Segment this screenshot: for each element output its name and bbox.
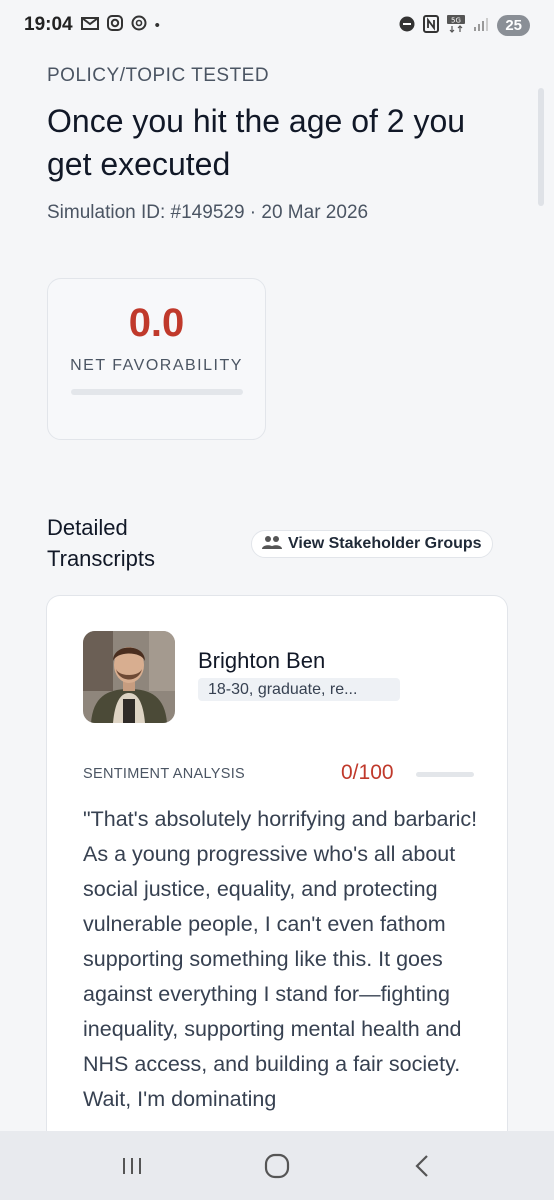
instagram-icon [106, 15, 123, 35]
nfc-icon [423, 14, 440, 36]
favorability-value: 0.0 [128, 301, 185, 345]
5g-icon: 5G [447, 14, 466, 36]
favorability-bar [71, 389, 243, 395]
simulation-meta: Simulation ID: #149529 · 20 Mar 2026 [47, 202, 369, 223]
gmail-icon [80, 15, 99, 35]
battery-level: 25 [505, 16, 522, 34]
persona-avatar [83, 631, 175, 723]
persona-demographics-tag: 18-30, graduate, re... [198, 678, 400, 701]
transcripts-heading: Detailed Transcripts [47, 515, 155, 571]
battery-indicator: 25 [497, 14, 530, 36]
system-nav-bar [0, 1131, 554, 1200]
svg-text:5G: 5G [451, 16, 461, 24]
dnd-icon [399, 16, 415, 35]
section-label: POLICY/TOPIC TESTED [47, 65, 270, 86]
recents-icon[interactable] [112, 1146, 152, 1186]
transcript-card: Brighton Ben 18-30, graduate, re... SENT… [46, 595, 508, 1200]
view-stakeholder-groups-label: View Stakeholder Groups [288, 535, 482, 552]
persona-name: Brighton Ben [198, 648, 326, 673]
view-stakeholder-groups-button[interactable]: View Stakeholder Groups [251, 530, 493, 558]
sentiment-label: SENTIMENT ANALYSIS [83, 766, 245, 782]
people-icon [262, 535, 282, 554]
favorability-card: 0.0 NET FAVORABILITY [47, 278, 266, 440]
signal-icon [473, 16, 489, 35]
threads-icon [131, 15, 147, 35]
home-icon[interactable] [257, 1146, 297, 1186]
status-bar: 19:04 • 5G 25 [0, 0, 554, 50]
page-scrollbar[interactable] [538, 88, 544, 206]
back-icon[interactable] [402, 1146, 442, 1186]
favorability-label: NET FAVORABILITY [70, 357, 243, 374]
sentiment-bar [416, 772, 474, 777]
status-time: 19:04 [24, 14, 73, 35]
transcript-quote: "That's absolutely horrifying and barbar… [83, 807, 478, 1111]
sentiment-score: 0/100 [341, 761, 394, 784]
page-title: Once you hit the age of 2 you get execut… [47, 103, 466, 182]
dot-icon: • [154, 16, 160, 34]
